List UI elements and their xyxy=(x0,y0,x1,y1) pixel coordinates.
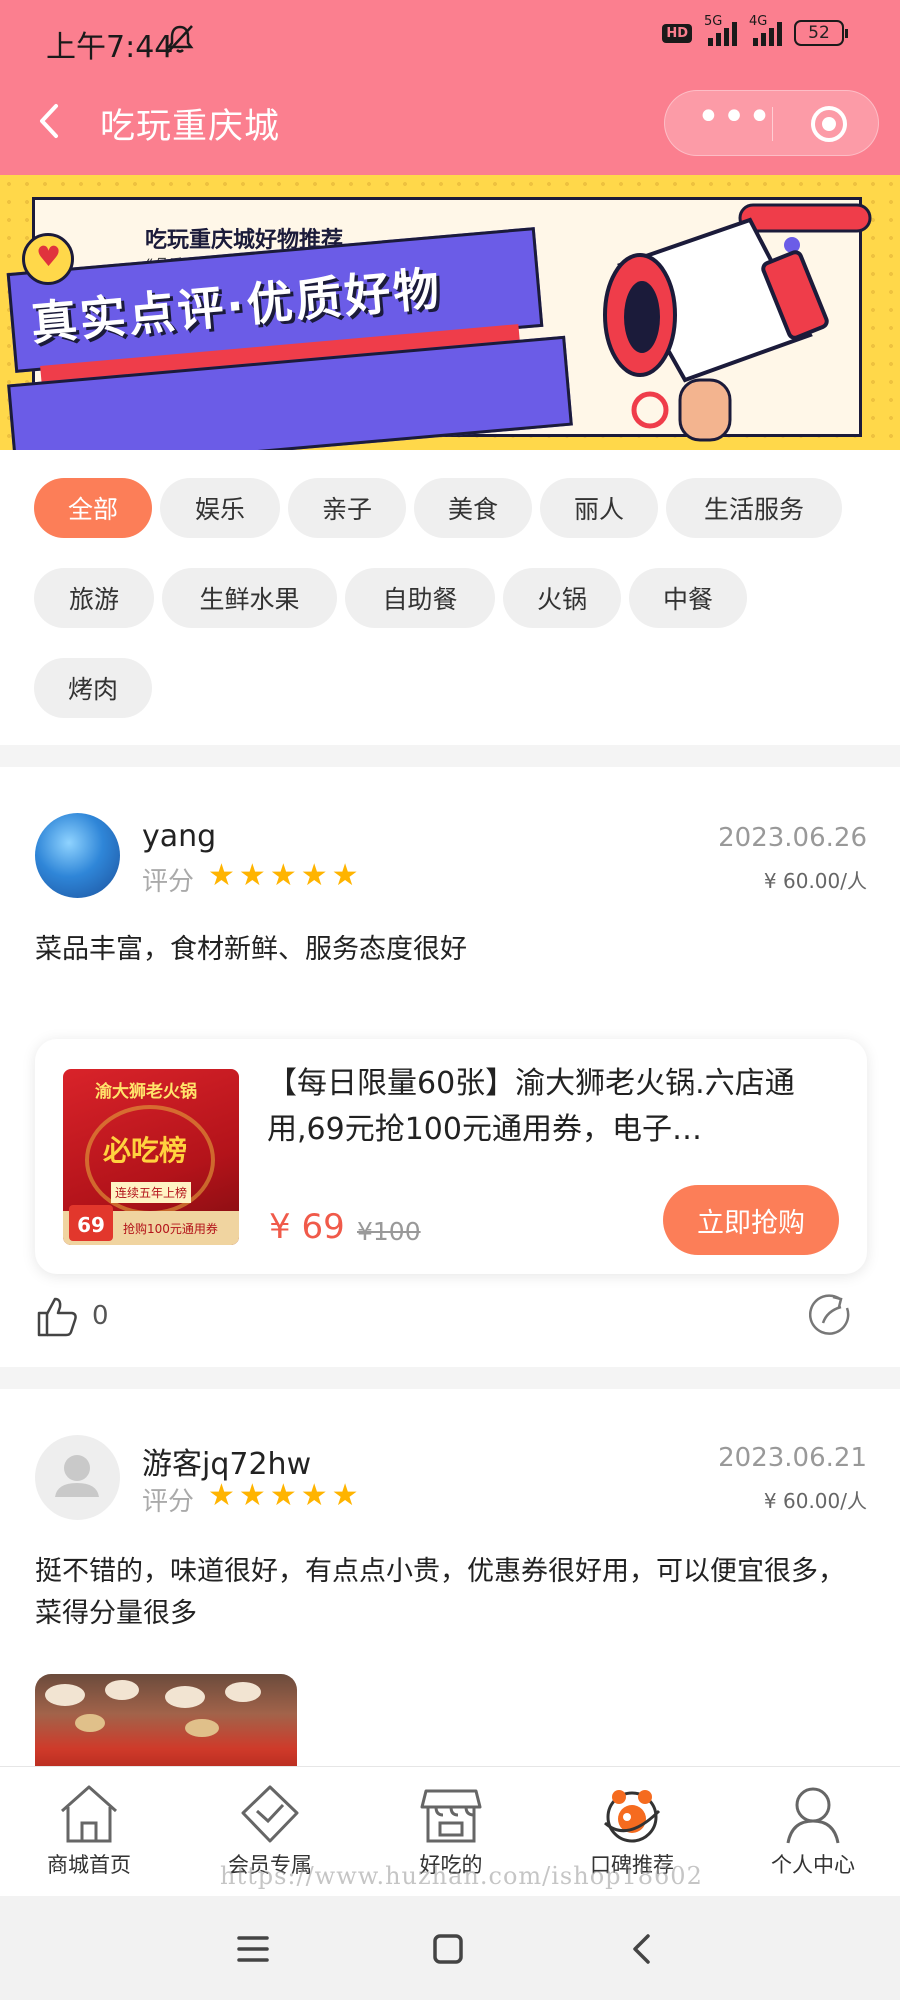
buy-now-button[interactable]: 立即抢购 xyxy=(663,1185,839,1255)
star-icon: ★ xyxy=(269,1478,297,1513)
hd-badge: HD xyxy=(662,23,692,43)
megaphone-icon xyxy=(603,203,872,442)
category-chip-chinese-food[interactable]: 中餐 xyxy=(629,568,747,628)
promo-banner[interactable]: 吃玩重庆城好物推荐 “品质生活丨一点不难” 真实点评·优质好物 xyxy=(0,175,900,450)
category-chip-fresh-fruit[interactable]: 生鲜水果 xyxy=(162,568,337,628)
star-icon: ★ xyxy=(300,1478,328,1513)
per-person-price: ¥ 60.00/人 xyxy=(763,1489,867,1513)
status-bar: 上午7:44 HD 5G 4G 52 xyxy=(0,0,900,80)
star-icon: ★ xyxy=(331,1478,359,1513)
star-icon: ★ xyxy=(238,1478,266,1513)
category-chip-life-service[interactable]: 生活服务 xyxy=(666,478,842,538)
rating-stars: ★ ★ ★ ★ ★ xyxy=(208,1481,359,1511)
capsule-divider xyxy=(772,107,773,141)
category-chip-buffet[interactable]: 自助餐 xyxy=(345,568,495,628)
rating-stars: ★ ★ ★ ★ ★ xyxy=(208,861,359,891)
category-chip-bbq[interactable]: 烤肉 xyxy=(34,658,152,718)
category-chip-beauty[interactable]: 丽人 xyxy=(540,478,658,538)
category-row: 烤肉 xyxy=(34,658,874,718)
tab-label: 商城首页 xyxy=(47,1853,131,1877)
product-original-price: ¥100 xyxy=(357,1217,421,1246)
category-filter: 全部 娱乐 亲子 美食 丽人 生活服务 旅游 生鲜水果 自助餐 火锅 中餐 烤肉 xyxy=(34,478,874,748)
category-chip-travel[interactable]: 旅游 xyxy=(34,568,154,628)
status-time: 上午7:44 xyxy=(46,30,174,65)
like-count: 0 xyxy=(92,1301,109,1331)
mute-bell-icon xyxy=(166,25,194,53)
star-icon: ★ xyxy=(238,858,266,893)
section-divider xyxy=(0,745,900,767)
product-price: ¥ 69 xyxy=(269,1207,345,1247)
vip-diamond-icon xyxy=(241,1785,299,1843)
product-title: 【每日限量60张】渝大狮老火锅.六店通用,69元抢100元通用券，电子… xyxy=(267,1066,795,1147)
user-icon xyxy=(786,1787,840,1844)
product-card[interactable]: 渝大狮老火锅 必吃榜 连续五年上榜 69 抢购100元通用券 【每日限量60张】… xyxy=(35,1039,867,1274)
review-text: 挺不错的，味道很好，有点点小贵，优惠券很好用，可以便宜很多，菜得分量很多 xyxy=(35,1556,845,1629)
share-icon[interactable] xyxy=(809,1293,855,1339)
tab-home[interactable]: 商城首页 xyxy=(14,1781,164,1879)
default-user-icon xyxy=(55,1455,99,1497)
review-text: 菜品丰富，食材新鲜、服务态度很好 xyxy=(35,934,467,965)
tab-label: 个人中心 xyxy=(771,1853,855,1877)
signal-5g-icon: 5G xyxy=(704,14,737,46)
reputation-icon xyxy=(603,1790,661,1843)
category-chip-entertainment[interactable]: 娱乐 xyxy=(160,478,280,538)
star-icon: ★ xyxy=(331,858,359,893)
category-chip-food[interactable]: 美食 xyxy=(414,478,532,538)
avatar[interactable] xyxy=(35,813,120,898)
page-title: 吃玩重庆城 xyxy=(100,107,281,147)
star-icon: ★ xyxy=(208,858,235,893)
post-date: 2023.06.26 xyxy=(718,823,867,853)
review-photo[interactable] xyxy=(35,1674,297,1766)
battery-icon: 52 xyxy=(794,20,848,46)
tab-profile[interactable]: 个人中心 xyxy=(738,1781,888,1879)
thumbs-up-icon[interactable] xyxy=(35,1295,79,1339)
home-icon xyxy=(61,1785,117,1843)
post-date: 2023.06.21 xyxy=(718,1443,867,1473)
menu-icon[interactable] xyxy=(236,1932,270,1966)
top-header: 上午7:44 HD 5G 4G 52 吃玩重庆城 ••• xyxy=(0,0,900,175)
signal-4g-icon: 4G xyxy=(749,14,782,46)
miniprogram-capsule: ••• xyxy=(664,90,879,156)
system-navigation-bar xyxy=(0,1896,900,2000)
back-icon[interactable] xyxy=(626,1932,660,1966)
user-name: yang xyxy=(142,819,217,854)
status-indicators: HD 5G 4G 52 xyxy=(662,14,848,46)
user-name: 游客jq72hw xyxy=(142,1447,312,1482)
watermark-text: https://www.huzhan.com/ishop18602 xyxy=(220,1862,703,1890)
star-icon: ★ xyxy=(269,858,297,893)
avatar[interactable] xyxy=(35,1435,120,1520)
category-chip-all[interactable]: 全部 xyxy=(34,478,152,538)
more-dots-icon[interactable]: ••• xyxy=(695,97,775,139)
score-label: 评分 xyxy=(142,867,195,897)
category-row: 旅游 生鲜水果 自助餐 火锅 中餐 xyxy=(34,568,874,628)
product-image: 渝大狮老火锅 必吃榜 连续五年上榜 69 抢购100元通用券 xyxy=(63,1069,239,1245)
home-square-icon[interactable] xyxy=(431,1932,465,1966)
score-label: 评分 xyxy=(142,1487,195,1517)
review-post: 游客jq72hw 评分 ★ ★ ★ ★ ★ 2023.06.21 ¥ 60.00/人 挺… xyxy=(0,1389,900,1766)
category-row: 全部 娱乐 亲子 美食 丽人 生活服务 xyxy=(34,478,874,538)
review-post: yang 评分 ★ ★ ★ ★ ★ 2023.06.26 ¥ 60.00/人 菜品丰富，… xyxy=(0,767,900,1367)
category-chip-hotpot[interactable]: 火锅 xyxy=(503,568,621,628)
star-icon: ★ xyxy=(208,1478,235,1513)
heart-icon xyxy=(22,233,74,285)
category-chip-family[interactable]: 亲子 xyxy=(288,478,406,538)
back-arrow-icon[interactable] xyxy=(30,96,70,146)
shop-icon xyxy=(420,1789,482,1843)
star-icon: ★ xyxy=(300,858,328,893)
section-divider xyxy=(0,1367,900,1389)
per-person-price: ¥ 60.00/人 xyxy=(763,869,867,893)
close-target-icon[interactable] xyxy=(811,106,847,142)
